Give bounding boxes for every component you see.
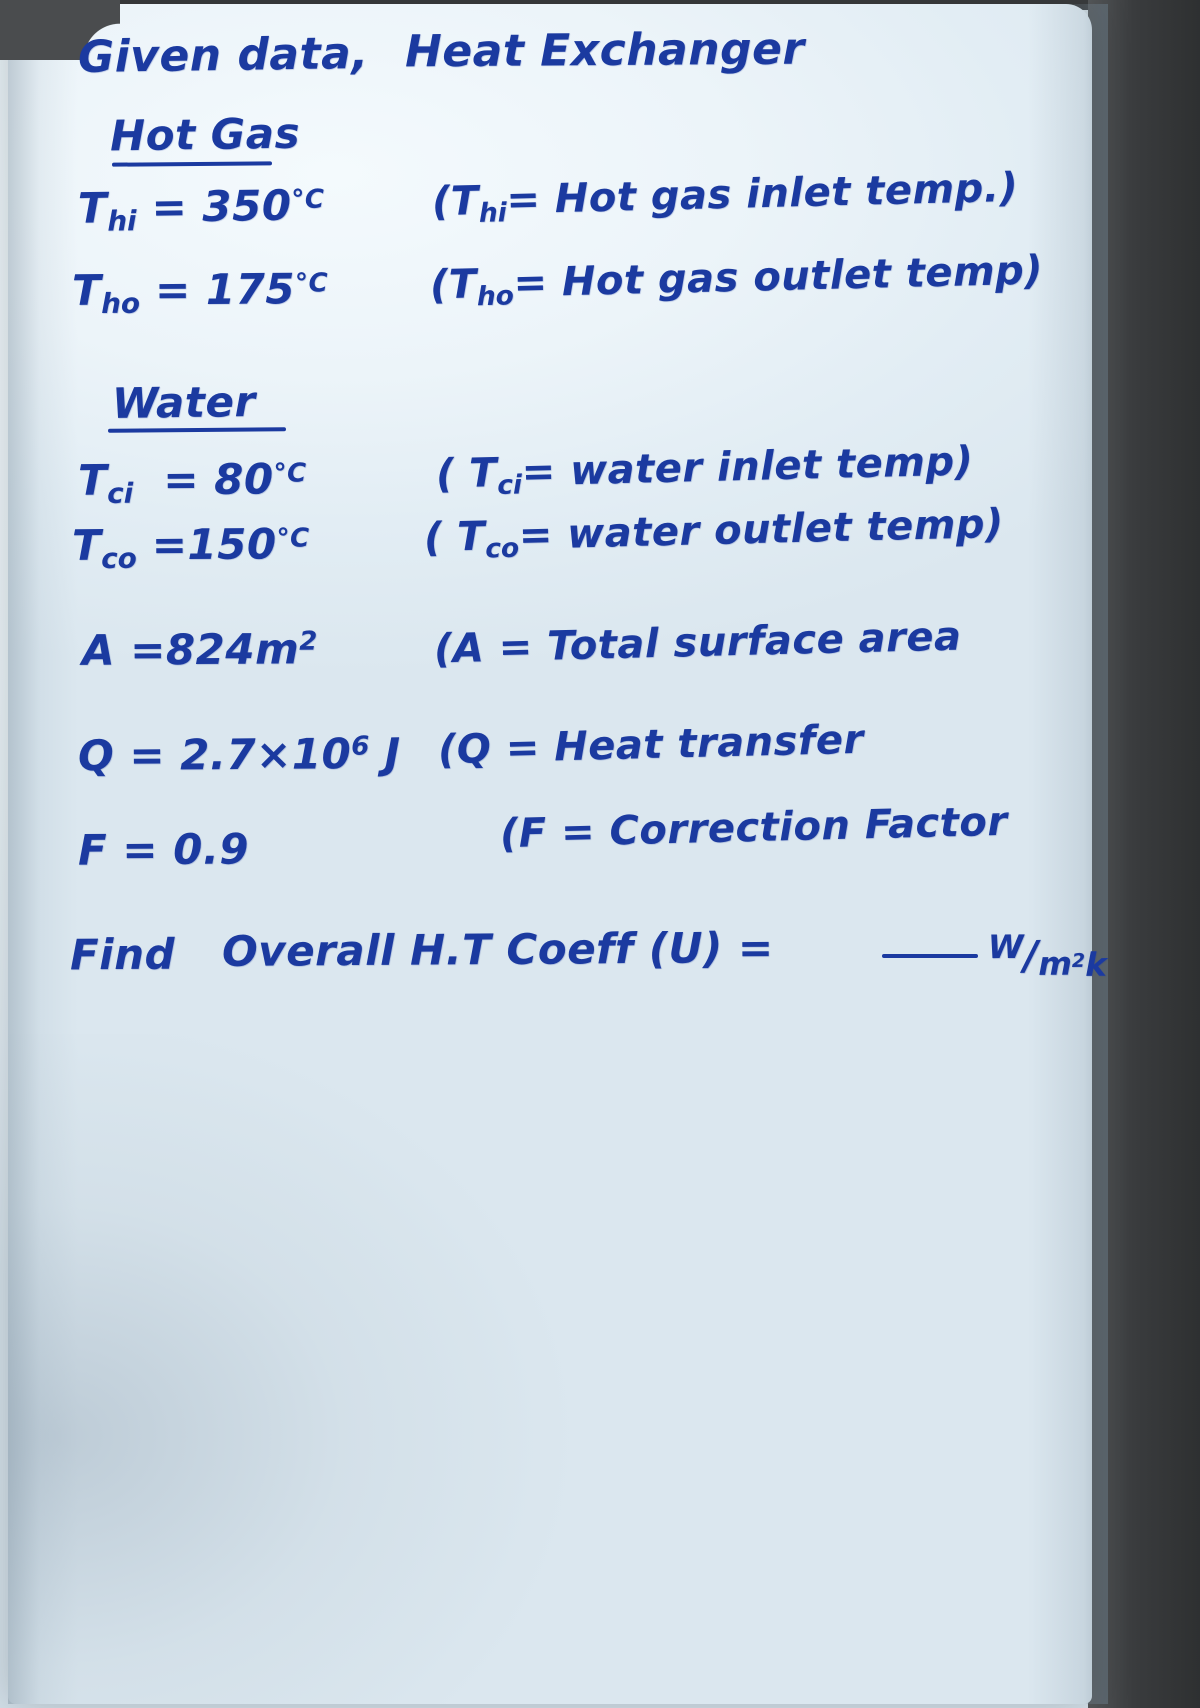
tco-subscript: co xyxy=(101,541,137,575)
notebook-page-photo: Given data, Heat Exchanger Hot Gas Thi =… xyxy=(0,0,1200,1708)
tho-value: 175 xyxy=(205,264,296,314)
thi-note-base: T xyxy=(450,178,480,225)
find-unit-denominator-tail: k xyxy=(1085,945,1107,985)
tho-subscript: ho xyxy=(101,286,141,321)
tco-equals: = xyxy=(151,520,188,570)
tci-note-subscript: ci xyxy=(496,469,523,501)
thi-note-subscript: hi xyxy=(478,197,508,229)
find-unit: W/m2k xyxy=(987,928,1107,985)
tho-note-base: T xyxy=(448,261,478,309)
row-area-symbol: A =824m2 xyxy=(82,624,318,675)
tci-unit: °C xyxy=(273,458,307,489)
tco-unit: °C xyxy=(276,523,310,554)
tci-base: T xyxy=(77,455,108,505)
factor-value: 0.9 xyxy=(172,824,250,874)
answer-blank[interactable] xyxy=(878,925,982,974)
row-tco-symbol: Tco =150°C xyxy=(72,519,310,575)
row-thi-symbol: Thi = 350°C xyxy=(78,180,325,238)
factor-symbol: F xyxy=(77,825,108,875)
thi-base: T xyxy=(77,183,108,233)
photo-background-right xyxy=(1088,0,1200,1708)
thi-subscript: hi xyxy=(107,204,137,238)
tco-note-subscript: co xyxy=(484,532,520,565)
area-unit-exponent: 2 xyxy=(299,626,318,657)
heat-symbol: Q xyxy=(77,730,115,781)
tco-value: 150 xyxy=(187,519,277,570)
find-unit-denominator-exponent: 2 xyxy=(1071,950,1086,973)
section-heading-hot-gas: Hot Gas xyxy=(109,108,301,161)
tci-note-text: water inlet temp) xyxy=(569,438,974,495)
given-data-label: Given data, xyxy=(77,27,369,84)
tho-equals: = xyxy=(154,265,191,315)
heat-equals: = xyxy=(129,730,166,780)
heat-unit: J xyxy=(384,728,401,778)
find-question: Overall H.T Coeff (U) = xyxy=(221,923,774,976)
tco-base: T xyxy=(71,520,102,570)
area-unit: m xyxy=(254,624,300,674)
tho-base: T xyxy=(71,265,102,315)
document-title: Heat Exchanger xyxy=(404,23,805,78)
area-symbol: A xyxy=(81,625,116,675)
row-factor-symbol: F = 0.9 xyxy=(78,824,249,874)
find-unit-denominator: m xyxy=(1038,944,1073,984)
tci-equals: = xyxy=(163,454,200,505)
area-equals: = xyxy=(129,625,167,675)
thi-equals: = xyxy=(151,182,188,232)
find-label: Find xyxy=(69,929,176,980)
section-heading-water: Water xyxy=(111,376,256,429)
row-tho-symbol: Tho = 175°C xyxy=(72,264,329,320)
paper-shadow-left xyxy=(8,4,78,1704)
thi-unit: °C xyxy=(291,184,325,216)
thi-value: 350 xyxy=(201,180,292,231)
find-unit-numerator: W xyxy=(987,928,1024,967)
tco-note-base: T xyxy=(456,513,486,561)
tci-value: 80 xyxy=(213,454,274,504)
tci-subscript: ci xyxy=(107,476,134,510)
row-tci-symbol: Tci = 80°C xyxy=(78,454,307,510)
paper-shadow-bottom-left xyxy=(8,1034,628,1704)
factor-equals: = xyxy=(122,825,159,875)
tci-note-base: T xyxy=(468,450,498,497)
heat-value-exponent: 6 xyxy=(351,731,370,762)
row-heat-symbol: Q = 2.7×106 J xyxy=(78,729,401,780)
tho-note-subscript: ho xyxy=(476,280,515,313)
tco-note-text: water outlet temp) xyxy=(566,500,1005,558)
area-value: 824 xyxy=(165,624,256,675)
answer-blank-line[interactable] xyxy=(882,954,978,958)
tho-unit: °C xyxy=(294,268,329,299)
heat-value: 2.7×10 xyxy=(180,729,352,780)
